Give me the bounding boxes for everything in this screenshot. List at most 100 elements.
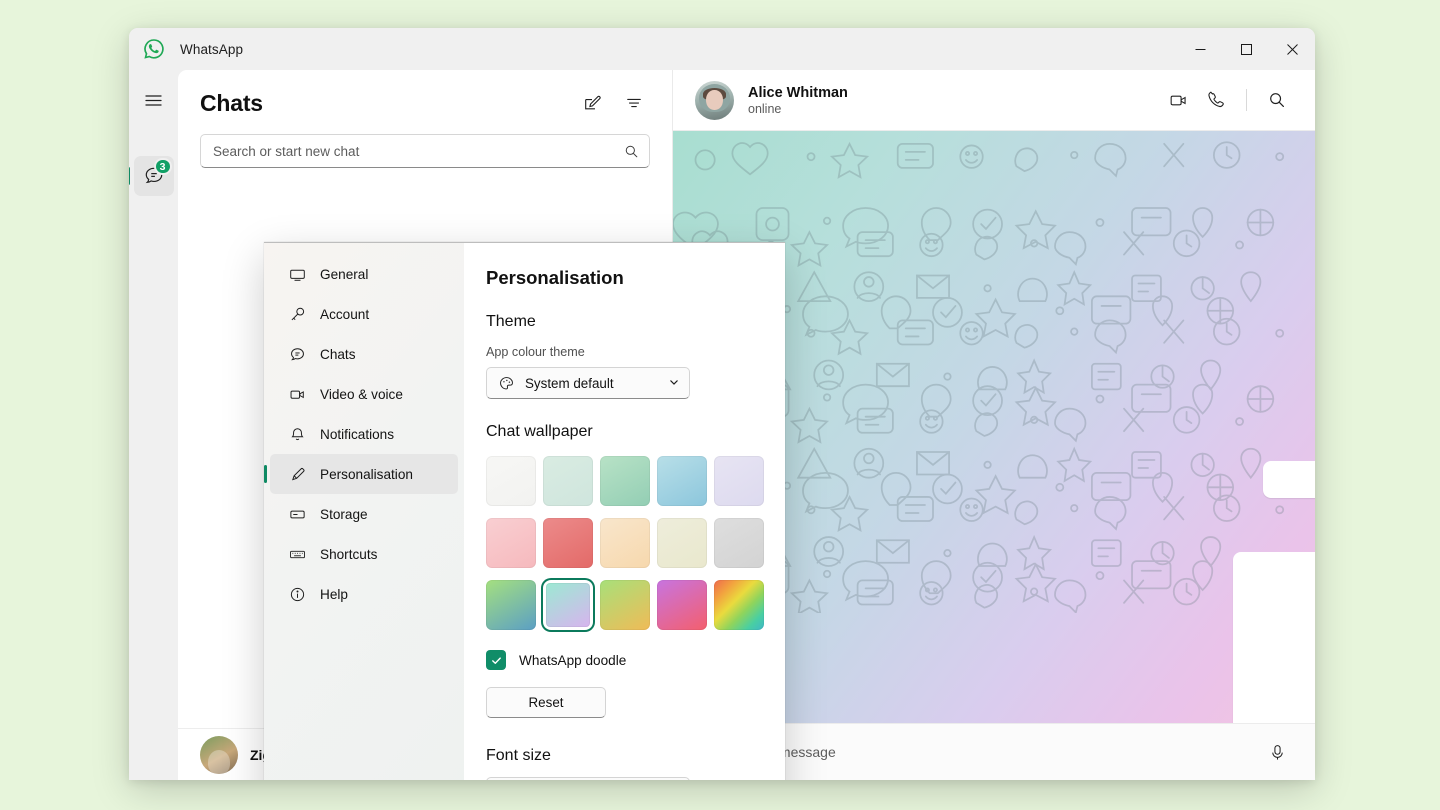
- sidebar-item-notifications[interactable]: Notifications: [270, 414, 458, 454]
- search-placeholder: Search or start new chat: [213, 144, 624, 159]
- wallpaper-swatch-green[interactable]: [600, 456, 650, 506]
- avatar: [200, 736, 238, 774]
- window-controls: [1177, 28, 1315, 70]
- bell-icon: [288, 425, 307, 444]
- contact-status: online: [748, 102, 848, 116]
- sidebar-item-label: Account: [320, 307, 369, 322]
- sidebar-item-label: General: [320, 267, 368, 282]
- sidebar-item-video-voice[interactable]: Video & voice: [270, 374, 458, 414]
- divider: [1246, 89, 1247, 111]
- wallpaper-swatch-peach[interactable]: [600, 518, 650, 568]
- window-body: 3 Chats: [129, 70, 1315, 780]
- wallpaper-swatch-teal-purple[interactable]: [543, 580, 593, 630]
- wallpaper-swatch-lavender[interactable]: [714, 456, 764, 506]
- info-circle-icon: [288, 585, 307, 604]
- app-colour-theme-select[interactable]: System default: [486, 367, 690, 399]
- title-bar: WhatsApp: [129, 28, 1315, 70]
- sidebar-item-label: Notifications: [320, 427, 394, 442]
- avatar[interactable]: [695, 81, 734, 120]
- maximize-button[interactable]: [1223, 28, 1269, 70]
- font-size-section-title: Font size: [486, 747, 785, 765]
- sidebar-item-label: Personalisation: [320, 467, 413, 482]
- wallpaper-swatch-pink-pale[interactable]: [486, 518, 536, 568]
- reset-button[interactable]: Reset: [486, 687, 606, 718]
- wallpaper-swatch-purple-pink[interactable]: [657, 580, 707, 630]
- wallpaper-swatch-rainbow[interactable]: [714, 580, 764, 630]
- wallpaper-swatch-grey[interactable]: [714, 518, 764, 568]
- sidebar-item-help[interactable]: Help: [270, 574, 458, 614]
- paintbrush-icon: [288, 465, 307, 484]
- swatch-fill: [714, 518, 764, 568]
- video-camera-icon: [288, 385, 307, 404]
- settings-overlay: General Account Chats: [264, 242, 785, 780]
- voice-call-button[interactable]: [1200, 84, 1232, 116]
- storage-drive-icon: [288, 505, 307, 524]
- swatch-fill: [600, 580, 650, 630]
- wallpaper-swatch-white[interactable]: [486, 456, 536, 506]
- message-bubble: [1263, 461, 1315, 498]
- keyboard-icon: [288, 545, 307, 564]
- sidebar-item-general[interactable]: General: [270, 254, 458, 294]
- search-input[interactable]: Search or start new chat: [200, 134, 650, 168]
- settings-page-title: Personalisation: [486, 267, 785, 289]
- swatch-fill: [543, 518, 593, 568]
- minimize-button[interactable]: [1177, 28, 1223, 70]
- swatch-fill: [486, 518, 536, 568]
- wallpaper-swatch-mint-pale[interactable]: [543, 456, 593, 506]
- sidebar-item-label: Help: [320, 587, 348, 602]
- settings-content: Personalisation Theme App colour theme S…: [464, 243, 785, 780]
- video-call-button[interactable]: [1162, 84, 1194, 116]
- sidebar-item-storage[interactable]: Storage: [270, 494, 458, 534]
- wallpaper-swatch-grid: [486, 456, 785, 630]
- swatch-fill: [714, 580, 764, 630]
- conversation-actions: [1162, 84, 1293, 116]
- new-chat-button[interactable]: [576, 87, 608, 119]
- page-title: Chats: [200, 90, 263, 117]
- swatch-fill: [657, 456, 707, 506]
- font-size-select[interactable]: 100% (default): [486, 777, 690, 780]
- sidebar-item-chats[interactable]: Chats: [270, 334, 458, 374]
- whatsapp-logo-icon: [142, 37, 166, 61]
- sidebar-item-chats[interactable]: 3: [134, 156, 174, 196]
- swatch-fill: [486, 580, 536, 630]
- sidebar-item-personalisation[interactable]: Personalisation: [270, 454, 458, 494]
- palette-icon: [498, 375, 515, 392]
- whatsapp-doodle-checkbox[interactable]: [486, 650, 506, 670]
- microphone-button[interactable]: [1261, 736, 1293, 768]
- sidebar-item-shortcuts[interactable]: Shortcuts: [270, 534, 458, 574]
- chat-list-actions: [576, 87, 650, 119]
- swatch-fill: [543, 456, 593, 506]
- close-button[interactable]: [1269, 28, 1315, 70]
- wallpaper-swatch-lime-orange[interactable]: [600, 580, 650, 630]
- swatch-fill: [657, 518, 707, 568]
- wallpaper-swatch-blue[interactable]: [657, 456, 707, 506]
- conversation-meta: Alice Whitman online: [748, 85, 848, 116]
- nav-rail: 3: [129, 70, 178, 780]
- swatch-fill: [486, 456, 536, 506]
- search-in-chat-button[interactable]: [1261, 84, 1293, 116]
- wallpaper-swatch-green-blue[interactable]: [486, 580, 536, 630]
- sidebar-item-account[interactable]: Account: [270, 294, 458, 334]
- whatsapp-doodle-row[interactable]: WhatsApp doodle: [486, 650, 785, 670]
- wallpaper-swatch-cream[interactable]: [657, 518, 707, 568]
- monitor-icon: [288, 265, 307, 284]
- message-bubble-photo: here! 15:06: [1233, 552, 1315, 723]
- search-icon: [624, 144, 639, 159]
- wallpaper-swatch-red[interactable]: [543, 518, 593, 568]
- contact-name: Alice Whitman: [748, 85, 848, 101]
- sidebar-item-label: Chats: [320, 347, 356, 362]
- chevron-down-icon: [668, 376, 680, 391]
- sidebar-item-label: Video & voice: [320, 387, 403, 402]
- key-icon: [288, 305, 307, 324]
- search-container: Search or start new chat: [178, 122, 672, 168]
- hamburger-menu-button[interactable]: [134, 80, 174, 120]
- chat-bubble-icon: [288, 345, 307, 364]
- theme-section-title: Theme: [486, 313, 785, 331]
- checkmark-icon: [490, 654, 503, 667]
- filter-button[interactable]: [618, 87, 650, 119]
- swatch-fill: [546, 583, 590, 627]
- app-colour-theme-value: System default: [525, 376, 614, 391]
- sidebar-item-label: Storage: [320, 507, 368, 522]
- swatch-fill: [714, 456, 764, 506]
- chats-unread-badge: 3: [154, 158, 172, 175]
